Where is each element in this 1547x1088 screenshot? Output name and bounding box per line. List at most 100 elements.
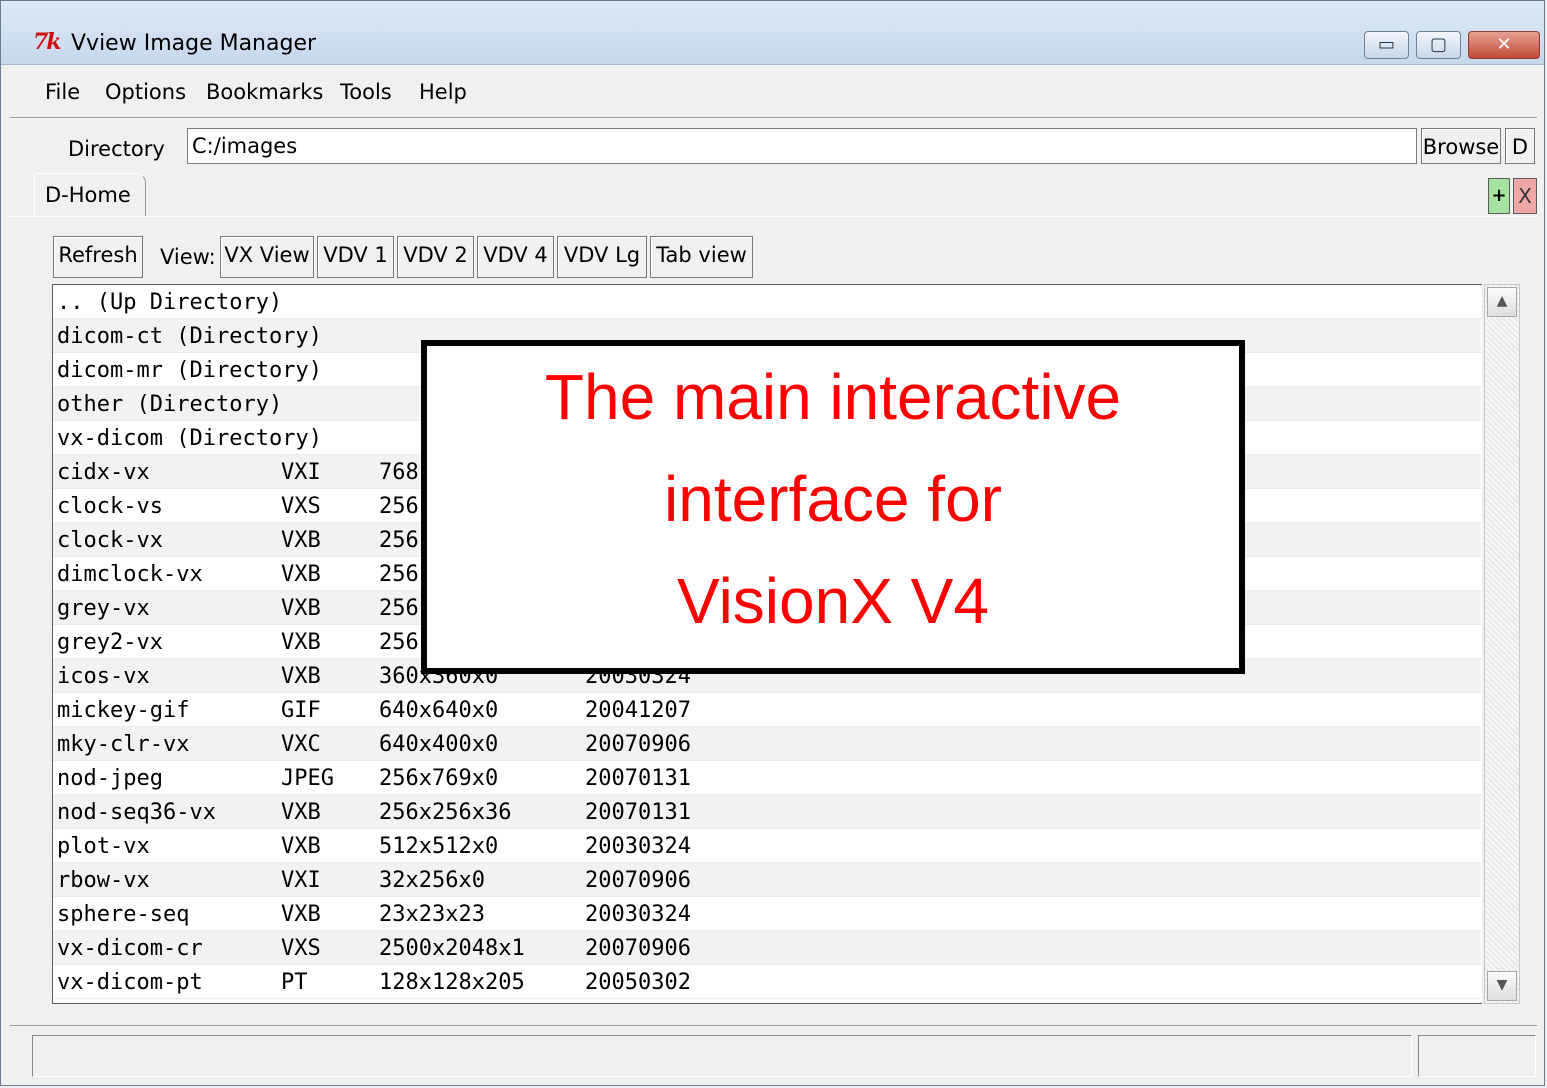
file-name: mky-clr-vx <box>57 732 190 757</box>
file-kind: (Up Directory) <box>96 290 283 315</box>
file-kind: (Directory) <box>176 324 322 349</box>
file-name: rbow-vx <box>57 868 150 893</box>
file-name: plot-vx <box>57 834 150 859</box>
file-name: dicom-mr <box>57 358 163 383</box>
file-name: other <box>57 392 124 417</box>
maximize-button[interactable]: ▢ <box>1416 31 1461 59</box>
file-type: VXB <box>281 630 321 655</box>
menu-options[interactable]: Options <box>105 80 186 104</box>
file-type: VXI <box>281 868 321 893</box>
list-item[interactable]: sphere-seq VXB 23x23x23 20030324 <box>53 897 1481 931</box>
file-type: VXB <box>281 596 321 621</box>
file-dims: 23x23x23 <box>379 902 485 927</box>
file-name: icos-vx <box>57 664 150 689</box>
file-dims: 32x256x0 <box>379 868 485 893</box>
scroll-down-icon[interactable]: ▼ <box>1487 971 1517 1001</box>
maximize-icon: ▢ <box>1429 34 1447 55</box>
file-dims: 256x256x36 <box>379 800 512 825</box>
tab-d-home[interactable]: D-Home <box>34 173 146 216</box>
file-type: VXB <box>281 562 321 587</box>
file-name: grey-vx <box>57 596 150 621</box>
list-item[interactable]: vx-dicom-pt PT 128x128x205 20050302 <box>53 965 1481 999</box>
list-item[interactable]: plot-vx VXB 512x512x0 20030324 <box>53 829 1481 863</box>
window-title: Vview Image Manager <box>71 31 317 56</box>
file-dims: 256 <box>379 528 419 553</box>
vdv2-button[interactable]: VDV 2 <box>397 236 474 278</box>
view-label: View: <box>160 245 216 269</box>
caption-line-1: The main interactive <box>544 361 1122 433</box>
file-name: mickey-gif <box>57 698 190 723</box>
file-type: VXC <box>281 732 321 757</box>
list-item[interactable]: vx-dicom-cr VXS 2500x2048x1 20070906 <box>53 931 1481 965</box>
caption-line-3: VisionX V4 <box>677 565 989 637</box>
status-bar <box>32 1035 1412 1077</box>
menu-help[interactable]: Help <box>419 80 467 104</box>
file-type: PT <box>281 970 308 995</box>
file-name: vx-dicom-cr <box>57 936 203 961</box>
title-bar: 7k Vview Image Manager ▭ ▢ ✕ <box>1 1 1544 65</box>
vdv4-button[interactable]: VDV 4 <box>477 236 554 278</box>
file-dims: 256 <box>379 596 419 621</box>
file-name: nod-seq36-vx <box>57 800 216 825</box>
file-type: VXS <box>281 936 321 961</box>
file-dims: 768 <box>379 460 419 485</box>
file-type: GIF <box>281 698 321 723</box>
file-type: VXB <box>281 902 321 927</box>
menu-bookmarks[interactable]: Bookmarks <box>206 80 323 104</box>
tk-logo-icon: 7k <box>33 29 62 55</box>
tab-label: D-Home <box>45 183 131 207</box>
refresh-button[interactable]: Refresh <box>53 236 143 278</box>
file-dims: 256 <box>379 494 419 519</box>
file-dims: 256 <box>379 562 419 587</box>
file-type: VXB <box>281 800 321 825</box>
file-date: 20030324 <box>585 834 691 859</box>
list-item[interactable]: mky-clr-vx VXC 640x400x0 20070906 <box>53 727 1481 761</box>
caption-line-2: interface for <box>664 463 1002 535</box>
menu-file[interactable]: File <box>45 80 80 104</box>
file-date: 20070906 <box>585 936 691 961</box>
list-item[interactable]: nod-jpeg JPEG 256x769x0 20070131 <box>53 761 1481 795</box>
file-date: 20041207 <box>585 698 691 723</box>
file-type: VXB <box>281 528 321 553</box>
close-window-button[interactable]: ✕ <box>1468 31 1540 59</box>
file-kind: (Directory) <box>136 392 283 417</box>
file-kind: (Directory) <box>176 426 322 451</box>
file-dims: 640x640x0 <box>379 698 499 723</box>
file-date: 20070131 <box>585 766 691 791</box>
close-icon: ✕ <box>1496 34 1512 55</box>
menu-tools[interactable]: Tools <box>340 80 392 104</box>
tab-view-button[interactable]: Tab view <box>650 236 753 278</box>
file-name: dicom-ct <box>57 324 163 349</box>
vx-view-button[interactable]: VX View <box>220 236 314 278</box>
add-tab-button[interactable]: + <box>1488 178 1510 214</box>
vdv-lg-button[interactable]: VDV Lg <box>557 236 647 278</box>
scroll-up-icon[interactable]: ▲ <box>1487 287 1517 317</box>
file-name: cidx-vx <box>57 460 150 485</box>
d-button[interactable]: D <box>1505 128 1535 164</box>
browse-button[interactable]: Browse <box>1421 128 1501 164</box>
menu-bar: File Options Bookmarks Tools Help <box>10 70 1537 116</box>
file-name: grey2-vx <box>57 630 163 655</box>
file-name: vx-dicom <box>57 426 163 451</box>
minimize-button[interactable]: ▭ <box>1364 31 1409 59</box>
file-name: clock-vs <box>57 494 163 519</box>
file-dims: 256 <box>379 630 419 655</box>
file-date: 20070906 <box>585 868 691 893</box>
vertical-scrollbar[interactable]: ▲ ▼ <box>1484 284 1520 1004</box>
file-type: JPEG <box>281 766 334 791</box>
file-date: 20030324 <box>585 902 691 927</box>
file-type: VXI <box>281 460 321 485</box>
vdv1-button[interactable]: VDV 1 <box>317 236 394 278</box>
file-date: 20050302 <box>585 970 691 995</box>
list-item[interactable]: mickey-gif GIF 640x640x0 20041207 <box>53 693 1481 727</box>
list-item[interactable]: rbow-vx VXI 32x256x0 20070906 <box>53 863 1481 897</box>
list-item[interactable]: nod-seq36-vx VXB 256x256x36 20070131 <box>53 795 1481 829</box>
list-item[interactable]: .. (Up Directory) <box>53 285 1481 319</box>
file-dims: 128x128x205 <box>379 970 525 995</box>
file-date: 20070131 <box>585 800 691 825</box>
close-tab-button[interactable]: X <box>1513 178 1537 214</box>
directory-input[interactable] <box>187 128 1417 164</box>
minimize-icon: ▭ <box>1377 34 1395 55</box>
file-dims: 256x769x0 <box>379 766 499 791</box>
menu-divider <box>10 117 1537 119</box>
